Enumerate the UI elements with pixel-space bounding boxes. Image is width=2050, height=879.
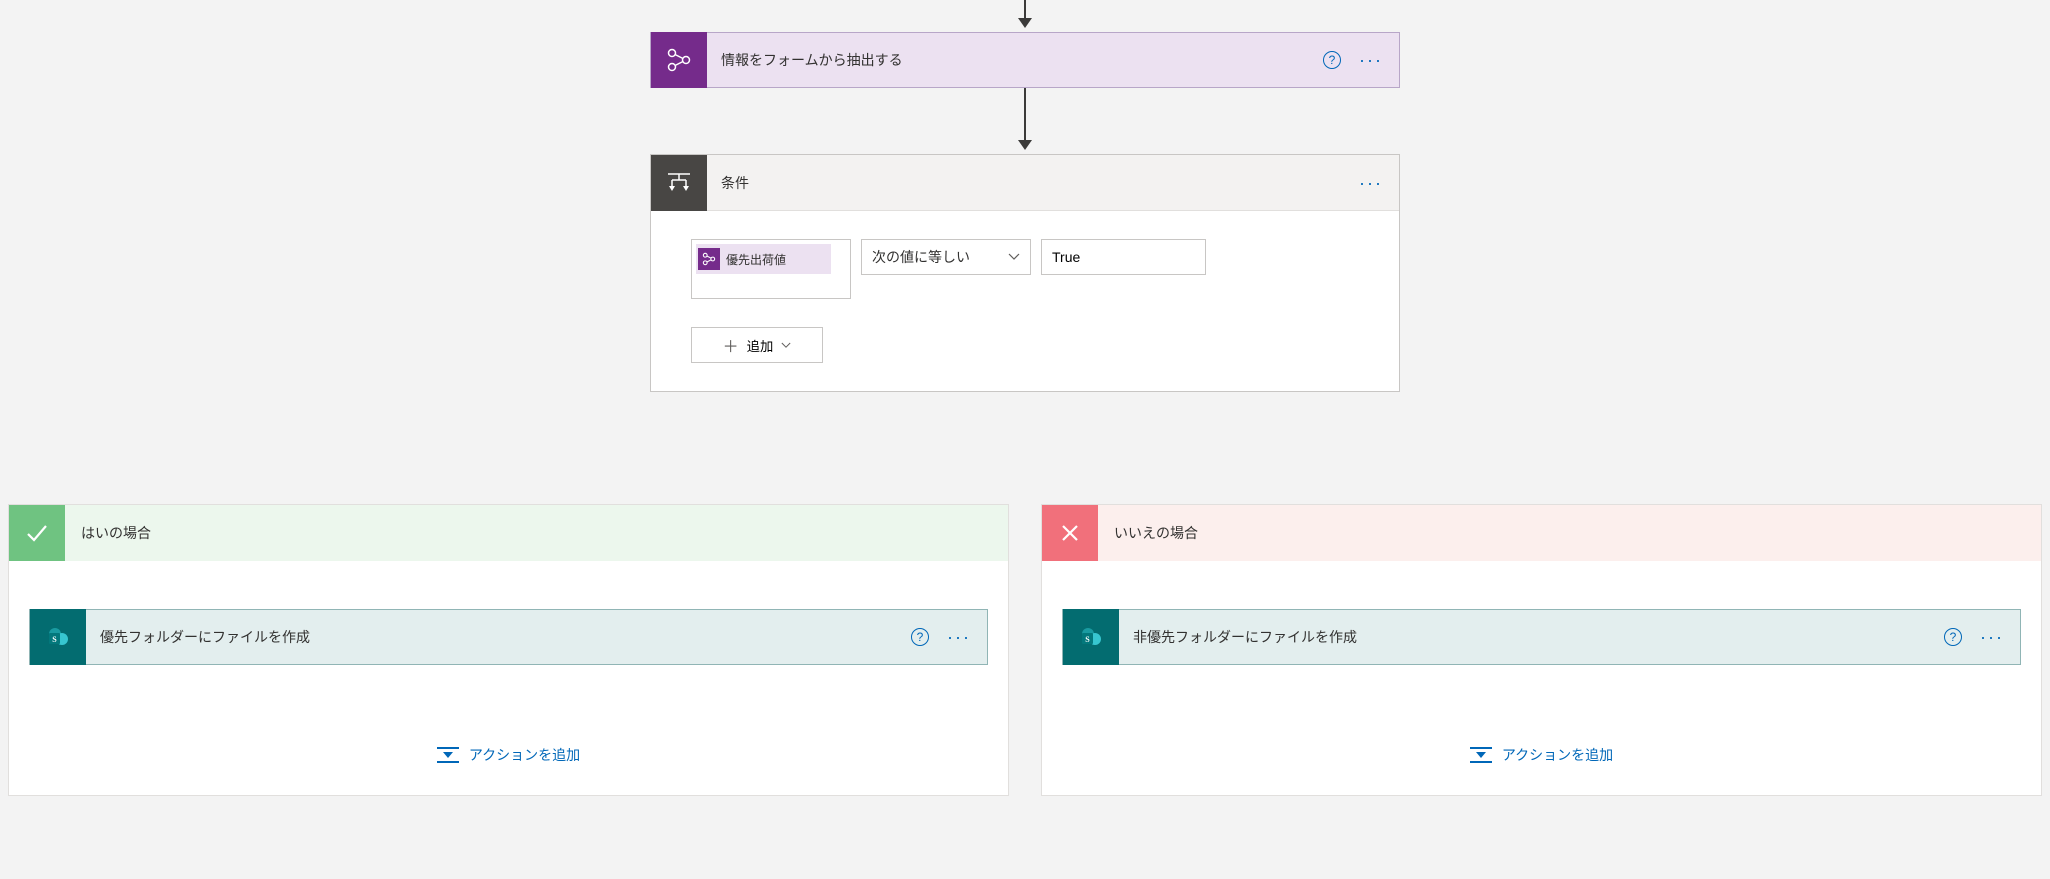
action-title: 情報をフォームから抽出する	[707, 50, 1323, 70]
flow-arrow	[1018, 0, 1032, 28]
more-menu[interactable]: ···	[1359, 57, 1383, 63]
yes-branch: はいの場合 S 優先フォルダーにファイルを作成 ?	[8, 504, 1009, 796]
yes-action-card[interactable]: S 優先フォルダーにファイルを作成 ? ···	[29, 609, 988, 665]
condition-branches: はいの場合 S 優先フォルダーにファイルを作成 ?	[0, 504, 2050, 796]
no-branch-title: いいえの場合	[1098, 523, 1214, 543]
plus-icon: ＋	[723, 333, 739, 357]
no-action-card[interactable]: S 非優先フォルダーにファイルを作成 ? ···	[1062, 609, 2021, 665]
add-action-label: アクションを追加	[469, 745, 580, 765]
sharepoint-icon: S	[1063, 609, 1119, 665]
svg-text:S: S	[52, 635, 57, 644]
condition-title: 条件	[707, 173, 1359, 193]
extract-form-action[interactable]: 情報をフォームから抽出する ? ···	[650, 32, 1400, 88]
no-branch-header: いいえの場合	[1042, 505, 2041, 561]
more-menu[interactable]: ···	[1359, 180, 1383, 186]
cross-icon	[1042, 505, 1098, 561]
chevron-down-icon	[781, 342, 791, 349]
dynamic-content-token[interactable]: 優先出荷値	[696, 244, 831, 274]
check-icon	[9, 505, 65, 561]
more-menu[interactable]: ···	[947, 634, 971, 640]
more-menu[interactable]: ···	[1980, 634, 2004, 640]
add-action-button[interactable]: アクションを追加	[1470, 745, 1613, 765]
condition-left-operand[interactable]: 優先出荷値	[691, 239, 851, 299]
help-icon[interactable]: ?	[911, 628, 929, 646]
sharepoint-icon: S	[30, 609, 86, 665]
help-icon[interactable]: ?	[1323, 51, 1341, 69]
operator-label: 次の値に等しい	[872, 247, 970, 267]
yes-branch-title: はいの場合	[65, 523, 167, 543]
condition-card: 条件 ···	[650, 154, 1400, 392]
no-branch: いいえの場合 S 非優先フォルダーにファイルを作成 ?	[1041, 504, 2042, 796]
condition-icon	[651, 155, 707, 211]
insert-step-icon	[1470, 747, 1492, 763]
insert-step-icon	[437, 747, 459, 763]
token-label: 優先出荷値	[720, 251, 792, 268]
add-action-button[interactable]: アクションを追加	[437, 745, 580, 765]
add-condition-button[interactable]: ＋ 追加	[691, 327, 823, 363]
form-extract-icon	[698, 248, 720, 270]
flow-arrow	[1018, 88, 1032, 150]
condition-operator-select[interactable]: 次の値に等しい	[861, 239, 1031, 275]
flow-canvas: 情報をフォームから抽出する ? ···	[0, 0, 2050, 879]
chevron-down-icon	[1008, 253, 1020, 261]
condition-expression-row: 優先出荷値 次の値に等しい	[691, 239, 1359, 299]
add-action-label: アクションを追加	[1502, 745, 1613, 765]
help-icon[interactable]: ?	[1944, 628, 1962, 646]
svg-text:S: S	[1085, 635, 1090, 644]
condition-header[interactable]: 条件 ···	[651, 155, 1399, 211]
action-title: 優先フォルダーにファイルを作成	[86, 627, 911, 647]
form-extract-icon	[651, 32, 707, 88]
action-title: 非優先フォルダーにファイルを作成	[1119, 627, 1944, 647]
add-label: 追加	[747, 336, 774, 355]
yes-branch-header: はいの場合	[9, 505, 1008, 561]
condition-value-input[interactable]	[1041, 239, 1206, 275]
